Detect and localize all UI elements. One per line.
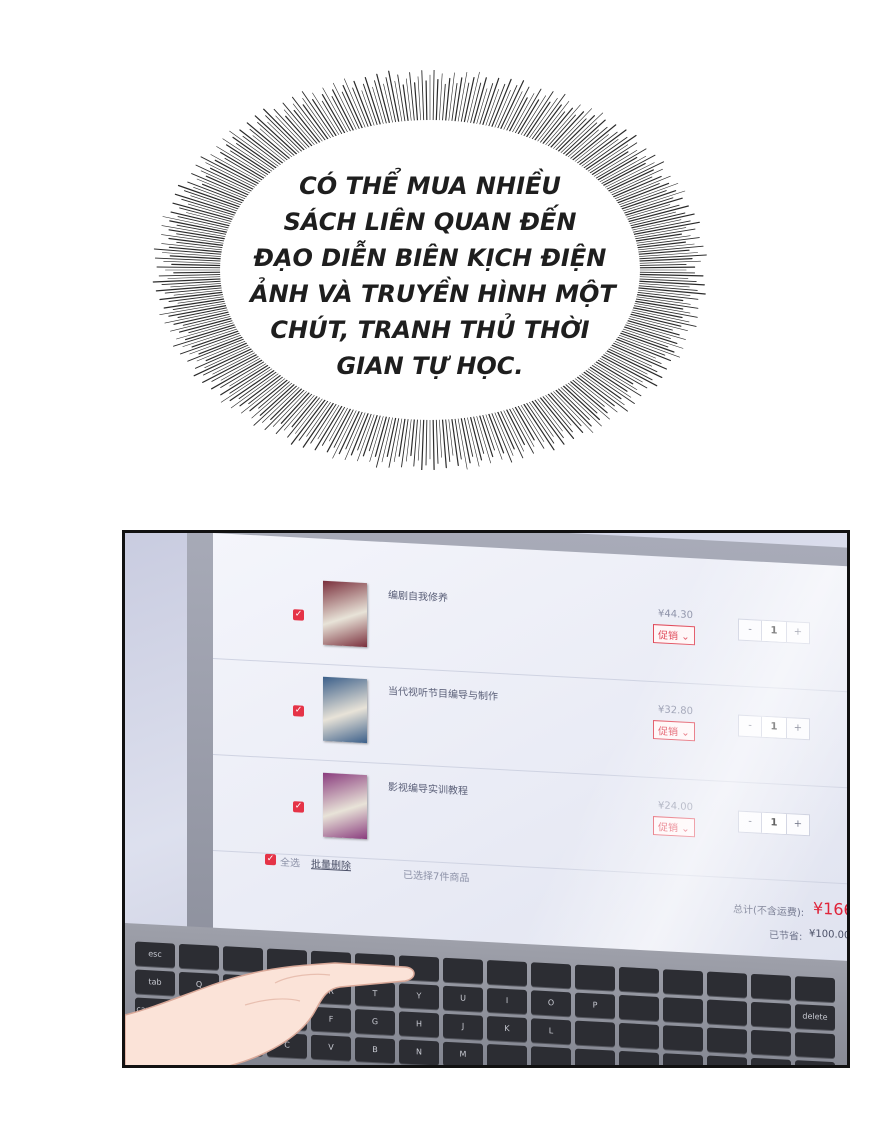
keyboard-key[interactable]: shift	[795, 1060, 835, 1065]
keyboard-key[interactable]	[663, 997, 703, 1024]
book-cover[interactable]	[323, 676, 367, 744]
keyboard-key[interactable]: M	[443, 1041, 483, 1065]
keyboard-key[interactable]	[575, 964, 615, 991]
keyboard-key[interactable]	[443, 957, 483, 984]
keyboard-key[interactable]	[663, 1053, 703, 1065]
keyboard-key[interactable]	[795, 1032, 835, 1059]
keyboard-key[interactable]	[487, 959, 527, 987]
chevron-down-icon: ⌄	[681, 823, 690, 835]
book-price: ¥32.80	[658, 704, 693, 718]
book-cover[interactable]	[323, 580, 367, 648]
total-value: ¥166..	[813, 898, 850, 921]
keyboard-key[interactable]	[531, 962, 571, 989]
selected-count: 已选择7件商品	[403, 869, 470, 885]
keyboard-key[interactable]: L	[531, 1018, 571, 1045]
select-all-label[interactable]: 全选	[280, 854, 300, 870]
decrement-button[interactable]: -	[739, 812, 761, 833]
saved-value: ¥100.00	[809, 928, 850, 942]
keyboard-key[interactable]	[707, 1027, 747, 1054]
quantity-stepper[interactable]: - 1 +	[738, 714, 810, 741]
book-price: ¥44.30	[658, 608, 693, 622]
promo-label: 促销	[658, 726, 678, 739]
keyboard-key[interactable]: P	[575, 992, 615, 1019]
keyboard-key[interactable]	[575, 1020, 615, 1047]
keyboard-key[interactable]: U	[443, 985, 483, 1012]
bubble-line: CHÚT, TRANH THỦ THỜI	[270, 316, 590, 344]
comic-panel: ✓ 编剧自我修养 ¥44.30 促销 ⌄ - 1 + ✓ 当代视听节目编导与制作…	[122, 530, 850, 1068]
increment-button[interactable]: +	[787, 718, 809, 739]
keyboard-key[interactable]	[707, 999, 747, 1026]
keyboard-key[interactable]	[707, 971, 747, 998]
quantity-input[interactable]: 1	[761, 716, 787, 739]
item-checkbox[interactable]: ✓	[293, 609, 304, 621]
bubble-line: GIAN TỰ HỌC.	[336, 352, 524, 380]
laptop-screen: ✓ 编剧自我修养 ¥44.30 促销 ⌄ - 1 + ✓ 当代视听节目编导与制作…	[213, 533, 850, 968]
bubble-line: CÓ THỂ MUA NHIỀU	[299, 172, 561, 200]
quantity-stepper[interactable]: - 1 +	[738, 810, 810, 837]
keyboard-key[interactable]	[619, 966, 659, 993]
keyboard-key[interactable]: K	[487, 1015, 527, 1043]
quantity-input[interactable]: 1	[761, 812, 787, 835]
thought-bubble-text: CÓ THỂ MUA NHIỀU SÁCH LIÊN QUAN ĐẾN ĐẠO …	[250, 168, 616, 384]
keyboard-key[interactable]	[531, 1046, 571, 1065]
chevron-down-icon: ⌄	[681, 727, 690, 739]
keyboard-key[interactable]	[795, 976, 835, 1003]
bubble-line: ẢNH VÀ TRUYỀN HÌNH MỘT	[250, 280, 616, 308]
keyboard-key[interactable]	[751, 973, 791, 1000]
saved-label: 已节省:	[769, 930, 803, 943]
item-checkbox[interactable]: ✓	[293, 801, 304, 813]
keyboard-key[interactable]	[575, 1048, 615, 1065]
keyboard-key[interactable]	[707, 1055, 747, 1065]
keyboard-key[interactable]	[619, 994, 659, 1021]
book-price: ¥24.00	[658, 800, 693, 814]
bubble-line: ĐẠO DIỄN BIÊN KỊCH ĐIỆN	[253, 244, 607, 272]
book-title[interactable]: 影视编导实训教程	[388, 778, 468, 797]
bulk-delete-button[interactable]: 批量删除	[311, 855, 351, 872]
keyboard-key[interactable]: J	[443, 1013, 483, 1040]
chevron-down-icon: ⌄	[681, 631, 690, 643]
keyboard-key[interactable]	[751, 1057, 791, 1065]
select-all-checkbox[interactable]: ✓	[265, 853, 276, 866]
promo-label: 促销	[658, 822, 678, 835]
promo-label: 促销	[658, 630, 678, 643]
book-title[interactable]: 当代视听节目编导与制作	[388, 682, 498, 703]
keyboard-key[interactable]: delete	[795, 1004, 835, 1031]
keyboard-key[interactable]	[751, 1001, 791, 1028]
keyboard-key[interactable]	[751, 1029, 791, 1056]
keyboard-key[interactable]	[663, 1025, 703, 1052]
total-label: 总计(不含运费):	[733, 904, 805, 919]
book-cover[interactable]	[323, 772, 367, 840]
promo-dropdown[interactable]: 促销 ⌄	[653, 720, 695, 742]
item-checkbox[interactable]: ✓	[293, 705, 304, 717]
increment-button[interactable]: +	[787, 622, 809, 643]
keyboard-key[interactable]	[619, 1050, 659, 1065]
quantity-input[interactable]: 1	[761, 620, 787, 643]
keyboard-key[interactable]	[663, 969, 703, 996]
decrement-button[interactable]: -	[739, 716, 761, 737]
keyboard-key[interactable]: O	[531, 990, 571, 1017]
decrement-button[interactable]: -	[739, 620, 761, 641]
quantity-stepper[interactable]: - 1 +	[738, 618, 810, 645]
promo-dropdown[interactable]: 促销 ⌄	[653, 816, 695, 838]
promo-dropdown[interactable]: 促销 ⌄	[653, 624, 695, 646]
increment-button[interactable]: +	[787, 814, 809, 835]
keyboard-key[interactable]	[619, 1022, 659, 1049]
book-title[interactable]: 编剧自我修养	[388, 586, 448, 604]
keyboard-key[interactable]	[487, 1043, 527, 1065]
keyboard-key[interactable]: I	[487, 987, 527, 1015]
bubble-line: SÁCH LIÊN QUAN ĐẾN	[283, 208, 577, 236]
hand-illustration	[125, 962, 415, 1065]
